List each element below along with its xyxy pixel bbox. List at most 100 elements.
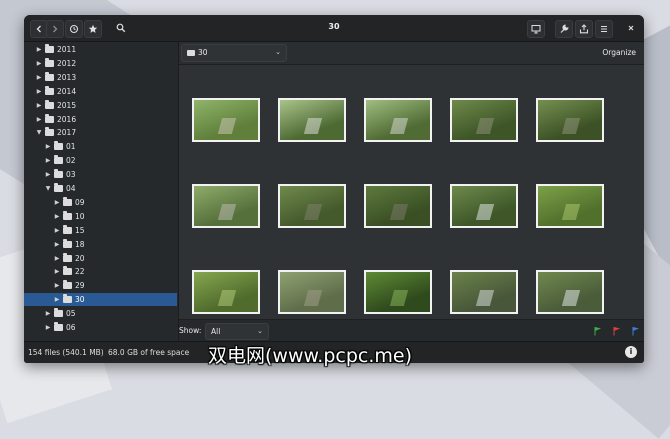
close-button[interactable] <box>623 20 639 36</box>
tree-item-label: 2013 <box>57 72 77 82</box>
tree-item-label: 04 <box>66 184 76 193</box>
hamburger-menu-icon <box>601 25 607 33</box>
tree-item-label: 06 <box>66 323 76 332</box>
folder-icon <box>45 44 54 53</box>
photo-thumbnail-tree-trunks[interactable] <box>278 184 346 228</box>
main-menu-button[interactable] <box>595 20 613 38</box>
tree-item-label: 02 <box>66 156 76 166</box>
tree-item-09[interactable]: ▶ 09 <box>24 196 177 209</box>
tree-item-20[interactable]: ▶ 20 <box>24 252 177 265</box>
show-filter-dropdown[interactable]: All ⌄ <box>205 323 269 340</box>
tree-item-2011[interactable]: ▶ 2011 <box>24 43 177 56</box>
tree-item-2015[interactable]: ▶ 2015 <box>24 99 177 112</box>
expander-open-icon[interactable]: ▼ <box>35 126 43 139</box>
organize-button[interactable]: Organize <box>602 48 636 57</box>
photo-detail <box>303 118 322 134</box>
expander-closed-icon[interactable]: ▶ <box>35 71 43 84</box>
tree-item-label: 01 <box>66 142 76 152</box>
tools-button[interactable] <box>555 20 573 38</box>
chevron-down-icon: ⌄ <box>257 327 263 335</box>
photo-thumbnail-dense-woods[interactable] <box>450 98 518 142</box>
tree-item-label: 10 <box>75 211 85 221</box>
expander-closed-icon[interactable]: ▶ <box>35 99 43 112</box>
photo-detail <box>475 290 494 306</box>
tree-item-2012[interactable]: ▶ 2012 <box>24 57 177 70</box>
folder-icon <box>45 99 54 109</box>
expander-open-icon[interactable]: ▼ <box>44 182 52 195</box>
tree-item-01[interactable]: ▶ 01 <box>24 140 177 153</box>
photo-thumbnail-trail-sign[interactable] <box>192 184 260 228</box>
tree-item-label: 2016 <box>57 114 77 124</box>
expander-closed-icon[interactable]: ▶ <box>35 43 43 56</box>
tree-item-03[interactable]: ▶ 03 <box>24 168 177 181</box>
info-button[interactable]: i <box>625 346 637 358</box>
photo-thumbnail-green-canopy[interactable] <box>364 270 432 314</box>
photo-detail <box>561 118 580 134</box>
show-label: Show: <box>179 326 202 335</box>
tree-item-2016[interactable]: ▶ 2016 <box>24 113 177 126</box>
expander-closed-icon[interactable]: ▶ <box>53 210 61 223</box>
photo-detail <box>475 118 494 134</box>
green-flag-icon[interactable] <box>594 326 602 336</box>
folder-icon <box>45 57 54 67</box>
blue-flag-icon[interactable] <box>632 326 640 336</box>
expander-closed-icon[interactable]: ▶ <box>53 224 61 237</box>
tree-item-06[interactable]: ▶ 06 <box>24 321 177 334</box>
filter-bar: Show: All ⌄ <box>179 319 644 342</box>
expander-closed-icon[interactable]: ▶ <box>44 321 52 334</box>
photo-thumbnail-forest-path[interactable] <box>192 98 260 142</box>
tree-item-2013[interactable]: ▶ 2013 <box>24 71 177 84</box>
expander-closed-icon[interactable]: ▶ <box>53 252 61 265</box>
folder-icon <box>63 210 72 220</box>
expander-closed-icon[interactable]: ▶ <box>53 279 61 292</box>
present-button[interactable] <box>527 20 545 38</box>
folder-path-dropdown[interactable]: 30 ⌄ <box>181 44 287 62</box>
expander-closed-icon[interactable]: ▶ <box>44 140 52 153</box>
tree-item-label: 29 <box>75 281 85 291</box>
folder-icon <box>54 155 63 165</box>
expander-closed-icon[interactable]: ▶ <box>35 85 43 98</box>
tree-item-2014[interactable]: ▶ 2014 <box>24 85 177 98</box>
tree-item-label: 2012 <box>57 58 77 68</box>
tree-item-10[interactable]: ▶ 10 <box>24 210 177 223</box>
expander-closed-icon[interactable]: ▶ <box>35 113 43 126</box>
tree-item-29[interactable]: ▶ 29 <box>24 279 177 292</box>
expander-closed-icon[interactable]: ▶ <box>53 238 61 251</box>
expander-closed-icon[interactable]: ▶ <box>53 265 61 278</box>
photo-thumbnail-waterfall-trail[interactable] <box>278 98 346 142</box>
photo-detail <box>389 118 408 134</box>
tree-item-30[interactable]: ▶ 30 <box>24 293 177 307</box>
expander-closed-icon[interactable]: ▶ <box>44 307 52 320</box>
expander-closed-icon[interactable]: ▶ <box>44 168 52 181</box>
red-flag-icon[interactable] <box>613 326 621 336</box>
photo-thumbnail-moss-ledge[interactable] <box>536 184 604 228</box>
expander-closed-icon[interactable]: ▶ <box>53 196 61 209</box>
expander-closed-icon[interactable]: ▶ <box>44 154 52 167</box>
expander-closed-icon[interactable]: ▶ <box>53 293 61 306</box>
photo-thumbnail-cascade[interactable] <box>450 184 518 228</box>
folder-tree[interactable]: ▶ 2011 ▶ 2012 ▶ 2013 ▶ 2014 ▶ 2015 ▶ 2016 ▼ 2017 ▶ 01 ▶ 0… <box>24 42 179 345</box>
tree-item-18[interactable]: ▶ 18 <box>24 238 177 251</box>
tree-item-label: 2015 <box>57 100 77 110</box>
tree-item-02[interactable]: ▶ 02 <box>24 154 177 167</box>
tree-item-04[interactable]: ▼ 04 <box>24 182 177 195</box>
tree-item-05[interactable]: ▶ 05 <box>24 307 177 320</box>
photo-thumbnail-river-falls[interactable] <box>536 270 604 314</box>
tree-item-2017[interactable]: ▼ 2017 <box>24 126 177 139</box>
photo-thumbnail-stone-steps[interactable] <box>278 270 346 314</box>
expander-closed-icon[interactable]: ▶ <box>35 57 43 70</box>
folder-icon <box>63 238 72 248</box>
tree-item-15[interactable]: ▶ 15 <box>24 224 177 237</box>
folder-icon <box>45 71 54 81</box>
photo-detail <box>475 204 494 220</box>
share-button[interactable] <box>575 20 593 38</box>
photo-thumbnail-mossy-rocks[interactable] <box>364 184 432 228</box>
photo-thumbnail-dense-woods-2[interactable] <box>536 98 604 142</box>
photo-thumbnail-waterfall-trail-2[interactable] <box>364 98 432 142</box>
tree-item-22[interactable]: ▶ 22 <box>24 265 177 278</box>
tree-item-label: 09 <box>75 197 85 207</box>
header-bar: 30 <box>24 15 644 42</box>
photo-thumbnail-moss-wall[interactable] <box>192 270 260 314</box>
photo-thumbnail-river-rocks[interactable] <box>450 270 518 314</box>
folder-icon <box>54 322 63 331</box>
